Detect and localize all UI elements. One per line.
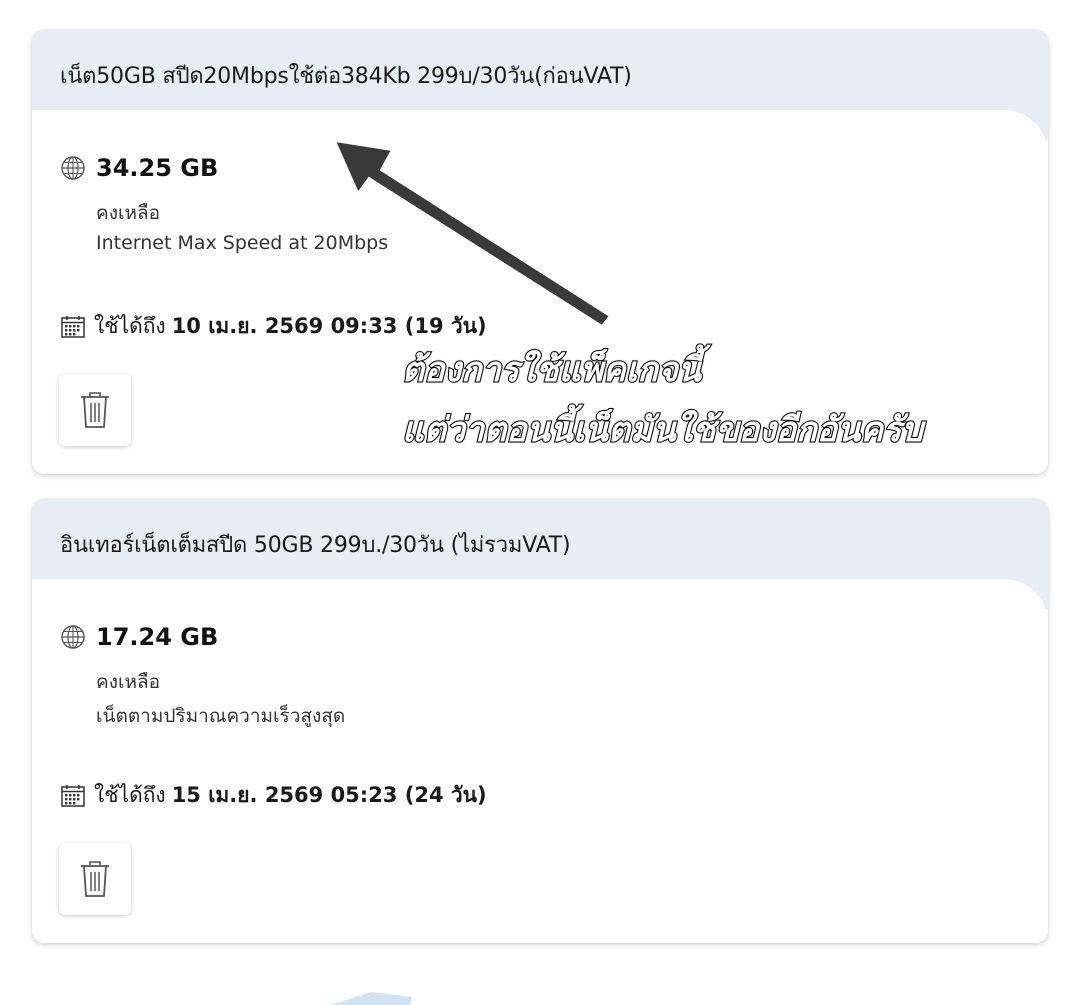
partial-graphic [330,992,412,1005]
package-title: เน็ต50GB สปีด20Mbpsใช้ต่อ384Kb 299บ/30วั… [60,64,632,89]
data-remaining-amount: 34.25 GB [96,154,219,182]
page: เน็ต50GB สปีด20Mbpsใช้ต่อ384Kb 299บ/30วั… [0,0,1080,1005]
trash-icon [81,392,109,428]
expiry-date: 15 เม.ย. 2569 05:23 (24 วัน) [171,783,487,807]
trash-icon [81,861,109,897]
delete-package-button[interactable] [59,843,131,915]
remaining-label: คงเหลือ [96,671,161,693]
expiry-date: 10 เม.ย. 2569 09:33 (19 วัน) [171,314,487,338]
expiry-row: ใช้ได้ถึง 10 เม.ย. 2569 09:33 (19 วัน) [60,310,487,343]
globe-icon [61,156,85,180]
globe-icon [61,625,85,649]
data-amount-row: 17.24 GB [60,623,218,651]
data-amount-row: 34.25 GB [60,154,218,182]
package-card-body: 17.24 GB คงเหลือ เน็ตตามปริมาณความเร็วสู… [32,579,1048,943]
annotation-line-2: แต่ว่าตอนนี้เน็ตมันใช้ของอีกอันครับ [401,409,924,451]
calendar-icon [61,315,85,338]
package-card: อินเทอร์เน็ตเต็มสปีด 50GB 299บ./30วัน (ไ… [32,499,1048,943]
expiry-label: ใช้ได้ถึง [94,314,166,338]
calendar-icon [61,784,85,807]
package-description: เน็ตตามปริมาณความเร็วสูงสุด [96,705,346,727]
annotation-text: ต้องการใช้แพ็คเกจนี้ แต่ว่าตอนนี้เน็ตมัน… [401,340,924,460]
delete-package-button[interactable] [59,374,131,446]
data-remaining-amount: 17.24 GB [96,623,219,651]
remaining-label: คงเหลือ [96,202,161,224]
package-title: อินเทอร์เน็ตเต็มสปีด 50GB 299บ./30วัน (ไ… [60,533,571,558]
expiry-label: ใช้ได้ถึง [94,783,166,807]
expiry-row: ใช้ได้ถึง 15 เม.ย. 2569 05:23 (24 วัน) [60,779,487,812]
annotation-line-1: ต้องการใช้แพ็คเกจนี้ [401,349,702,391]
package-description: Internet Max Speed at 20Mbps [96,232,389,254]
